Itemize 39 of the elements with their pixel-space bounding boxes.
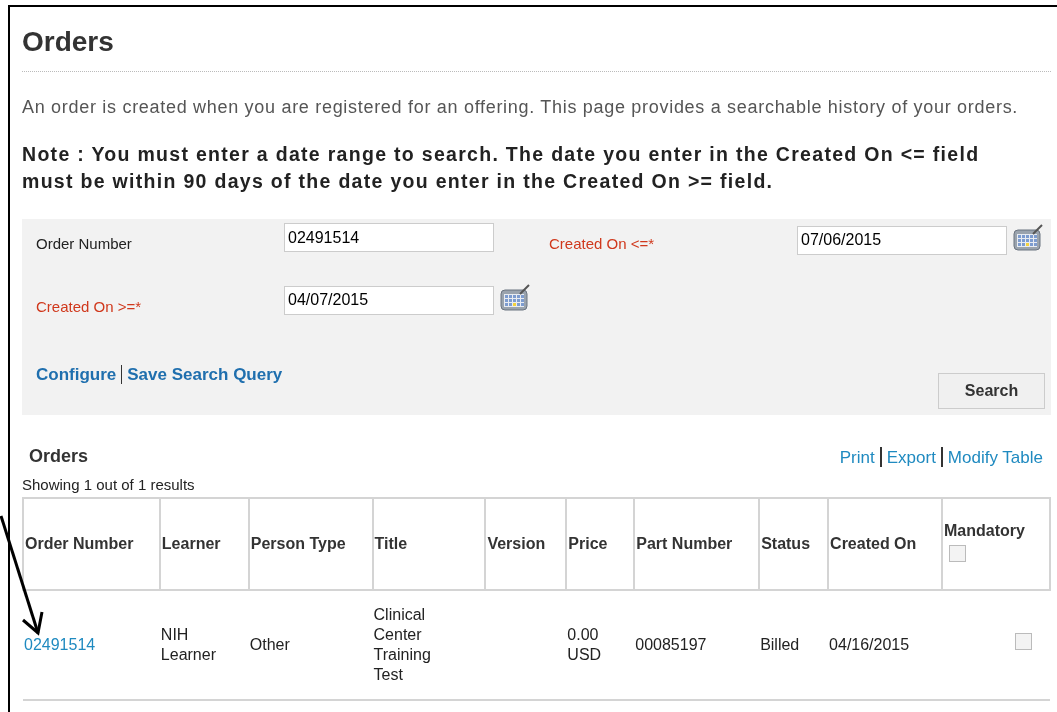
table-cell-text: NIH Learner — [160, 624, 217, 665]
table-cell-text: Clinical Center Training Test — [373, 604, 432, 685]
column-header: Price — [566, 497, 635, 590]
field-label: Created On >=* — [36, 296, 143, 317]
column-header: Learner — [159, 497, 249, 590]
section-title: Orders — [28, 445, 89, 468]
search-button[interactable]: Search — [938, 373, 1045, 409]
input-field[interactable]: 07/06/2015 — [797, 225, 1007, 255]
table-action-link[interactable]: Print — [839, 444, 875, 470]
input-field[interactable]: 04/07/2015 — [284, 285, 494, 315]
table-cell-text: 0.00 USD — [567, 624, 603, 665]
column-header: Order Number — [23, 497, 160, 590]
table-action-link[interactable]: Modify Table — [947, 444, 1043, 470]
table-action-link[interactable]: Export — [886, 444, 936, 470]
field-label: Order Number — [36, 234, 133, 254]
results-count: Showing 1 out of 1 results — [22, 475, 196, 495]
order-link[interactable]: 02491514 — [24, 635, 96, 653]
input-field[interactable]: 02491514 — [284, 223, 494, 252]
column-header: Part Number — [634, 497, 760, 590]
calendar-icon[interactable] — [500, 283, 530, 312]
column-header-label: Mandatory — [944, 520, 1025, 541]
column-header: Created On — [828, 497, 942, 590]
save-query-link[interactable]: Save Search Query — [127, 362, 283, 388]
table-cell-text: 00085197 — [635, 634, 708, 655]
column-header: Status — [759, 497, 829, 590]
configure-link[interactable]: Configure — [36, 362, 117, 388]
field-label: Created On <=* — [549, 234, 656, 254]
page-title: Orders — [22, 7, 1051, 72]
checkbox[interactable] — [1015, 632, 1032, 650]
table-cell: 04/16/2015 — [829, 634, 910, 655]
note-text: Note : You must enter a date range to search. The date you enter in the Created On <= field must be within 90 days of the date you enter in the Created On >= field. — [22, 142, 981, 194]
intro-text: An order is created when you are registered for an offering. This page provides a searchable history of your orders. — [22, 96, 1020, 119]
column-header: Version — [485, 497, 567, 590]
calendar-icon[interactable] — [1013, 223, 1043, 252]
column-header: Title — [372, 497, 486, 590]
checkbox[interactable] — [949, 544, 966, 562]
table-cell-text: Other — [249, 634, 291, 655]
table-cell-text: Billed — [760, 634, 801, 655]
column-header: Person Type — [248, 497, 373, 590]
